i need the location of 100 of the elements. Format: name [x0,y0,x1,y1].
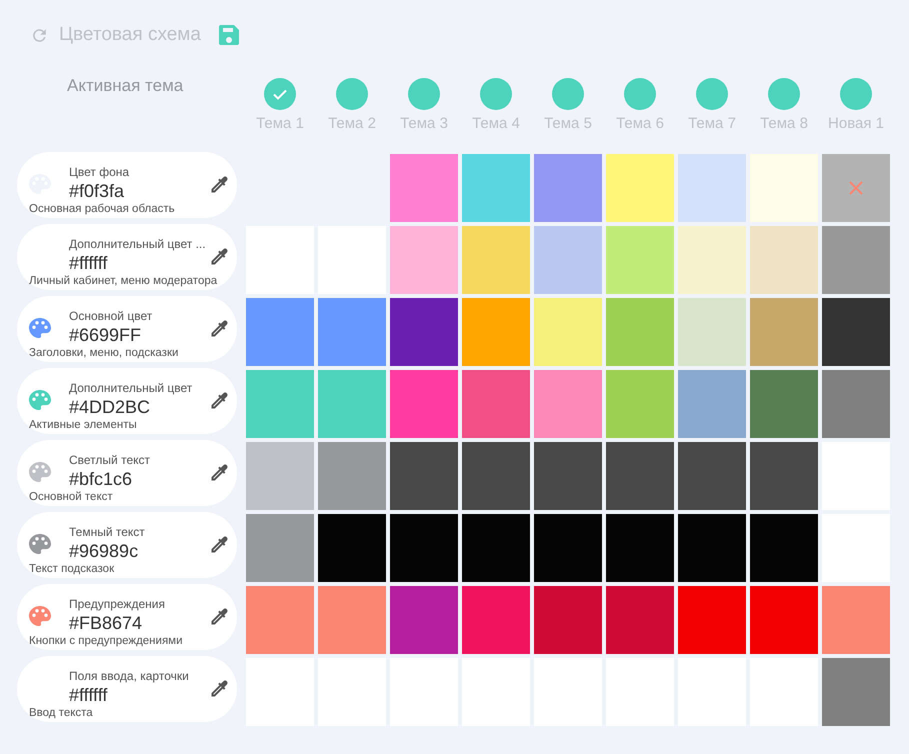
color-swatch[interactable] [678,370,746,438]
color-swatch[interactable] [678,298,746,366]
color-hex: #f0f3fa [69,181,126,203]
color-swatch[interactable] [462,442,530,510]
color-swatch[interactable] [534,514,602,582]
color-swatch[interactable] [606,370,674,438]
color-swatch[interactable] [390,154,458,222]
color-swatch[interactable] [606,226,674,294]
color-description: Ввод текста [29,707,94,721]
color-description: Активные элементы [29,419,138,433]
close-icon[interactable] [848,180,864,196]
eyedropper-icon[interactable] [209,174,229,194]
color-swatch[interactable] [750,586,818,654]
color-label: Цвет фона [69,164,130,181]
eyedropper-icon[interactable] [209,390,229,410]
color-swatch[interactable] [822,370,890,438]
color-swatch[interactable] [606,514,674,582]
color-swatch[interactable] [534,298,602,366]
color-swatch[interactable] [606,586,674,654]
color-swatch[interactable] [750,370,818,438]
color-label: Основной цвет [69,308,154,325]
theme-radio[interactable] [840,78,872,110]
theme-radio[interactable] [480,78,512,110]
color-swatch[interactable] [822,298,890,366]
check-icon [273,88,287,100]
color-hex: #bfc1c6 [69,469,134,491]
color-hex: #4DD2BC [69,397,152,419]
color-swatch[interactable] [534,442,602,510]
color-swatch[interactable] [246,370,314,438]
color-swatch[interactable] [606,154,674,222]
eyedropper-icon[interactable] [209,462,229,482]
color-label: Поля ввода, карточки [69,668,190,685]
color-swatch[interactable] [678,442,746,510]
color-swatch[interactable] [462,154,530,222]
color-swatch[interactable] [246,514,314,582]
color-swatch[interactable] [246,586,314,654]
color-swatch[interactable] [750,298,818,366]
color-swatch[interactable] [750,226,818,294]
color-swatch[interactable] [750,442,818,510]
color-swatch[interactable] [678,226,746,294]
color-hex: #6699FF [69,325,142,347]
color-swatch[interactable] [390,370,458,438]
eyedropper-icon[interactable] [209,678,229,698]
color-swatch[interactable] [750,514,818,582]
color-swatch[interactable] [390,442,458,510]
color-swatch[interactable] [534,154,602,222]
color-hex: #FB8674 [69,613,144,635]
color-swatch[interactable] [822,154,890,222]
color-swatch[interactable] [678,586,746,654]
color-swatch[interactable] [606,442,674,510]
color-description: Основной текст [29,491,114,505]
color-swatch[interactable] [390,226,458,294]
theme-radio[interactable] [408,78,440,110]
color-swatch[interactable] [822,586,890,654]
color-swatch[interactable] [390,586,458,654]
color-description: Личный кабинет, меню модератора [29,275,218,289]
color-label: Дополнительный цвет ... [69,236,207,253]
color-description: Текст подсказок [29,563,116,577]
color-label: Дополнительный цвет [69,380,194,397]
color-swatch[interactable] [246,442,314,510]
color-swatch[interactable] [318,442,386,510]
color-swatch[interactable] [462,370,530,438]
color-swatch[interactable] [246,298,314,366]
theme-radio[interactable] [336,78,368,110]
color-swatch[interactable] [534,370,602,438]
color-swatch[interactable] [318,298,386,366]
color-description: Основная рабочая область [29,203,176,217]
color-swatch[interactable] [390,298,458,366]
eyedropper-icon[interactable] [209,246,229,266]
theme-radio[interactable] [624,78,656,110]
save-icon[interactable] [218,25,239,45]
eyedropper-icon[interactable] [209,534,229,554]
color-description: Заголовки, меню, подсказки [29,347,180,361]
theme-radio[interactable] [768,78,800,110]
color-swatch[interactable] [534,586,602,654]
color-swatch[interactable] [462,226,530,294]
color-swatch[interactable] [318,586,386,654]
theme-radio[interactable] [552,78,584,110]
color-swatch[interactable] [318,370,386,438]
color-swatch[interactable] [822,226,890,294]
color-swatch[interactable] [822,658,890,726]
theme-radio[interactable] [696,78,728,110]
color-swatch[interactable] [462,298,530,366]
color-swatch[interactable] [534,226,602,294]
color-swatch[interactable] [318,514,386,582]
eyedropper-icon[interactable] [209,318,229,338]
color-label: Предупреждения [69,596,166,613]
active-theme-label: Активная тема [66,75,184,96]
color-swatch[interactable] [462,514,530,582]
color-description: Кнопки с предупреждениями [29,635,184,649]
color-swatch[interactable] [390,514,458,582]
color-label: Светлый текст [69,452,151,469]
eyedropper-icon[interactable] [209,606,229,626]
color-label: Темный текст [69,524,146,541]
color-hex: #ffffff [69,685,108,707]
color-swatch[interactable] [462,586,530,654]
theme-radio[interactable] [264,78,296,110]
color-swatch[interactable] [606,298,674,366]
color-swatch[interactable] [678,154,746,222]
color-swatch[interactable] [678,514,746,582]
